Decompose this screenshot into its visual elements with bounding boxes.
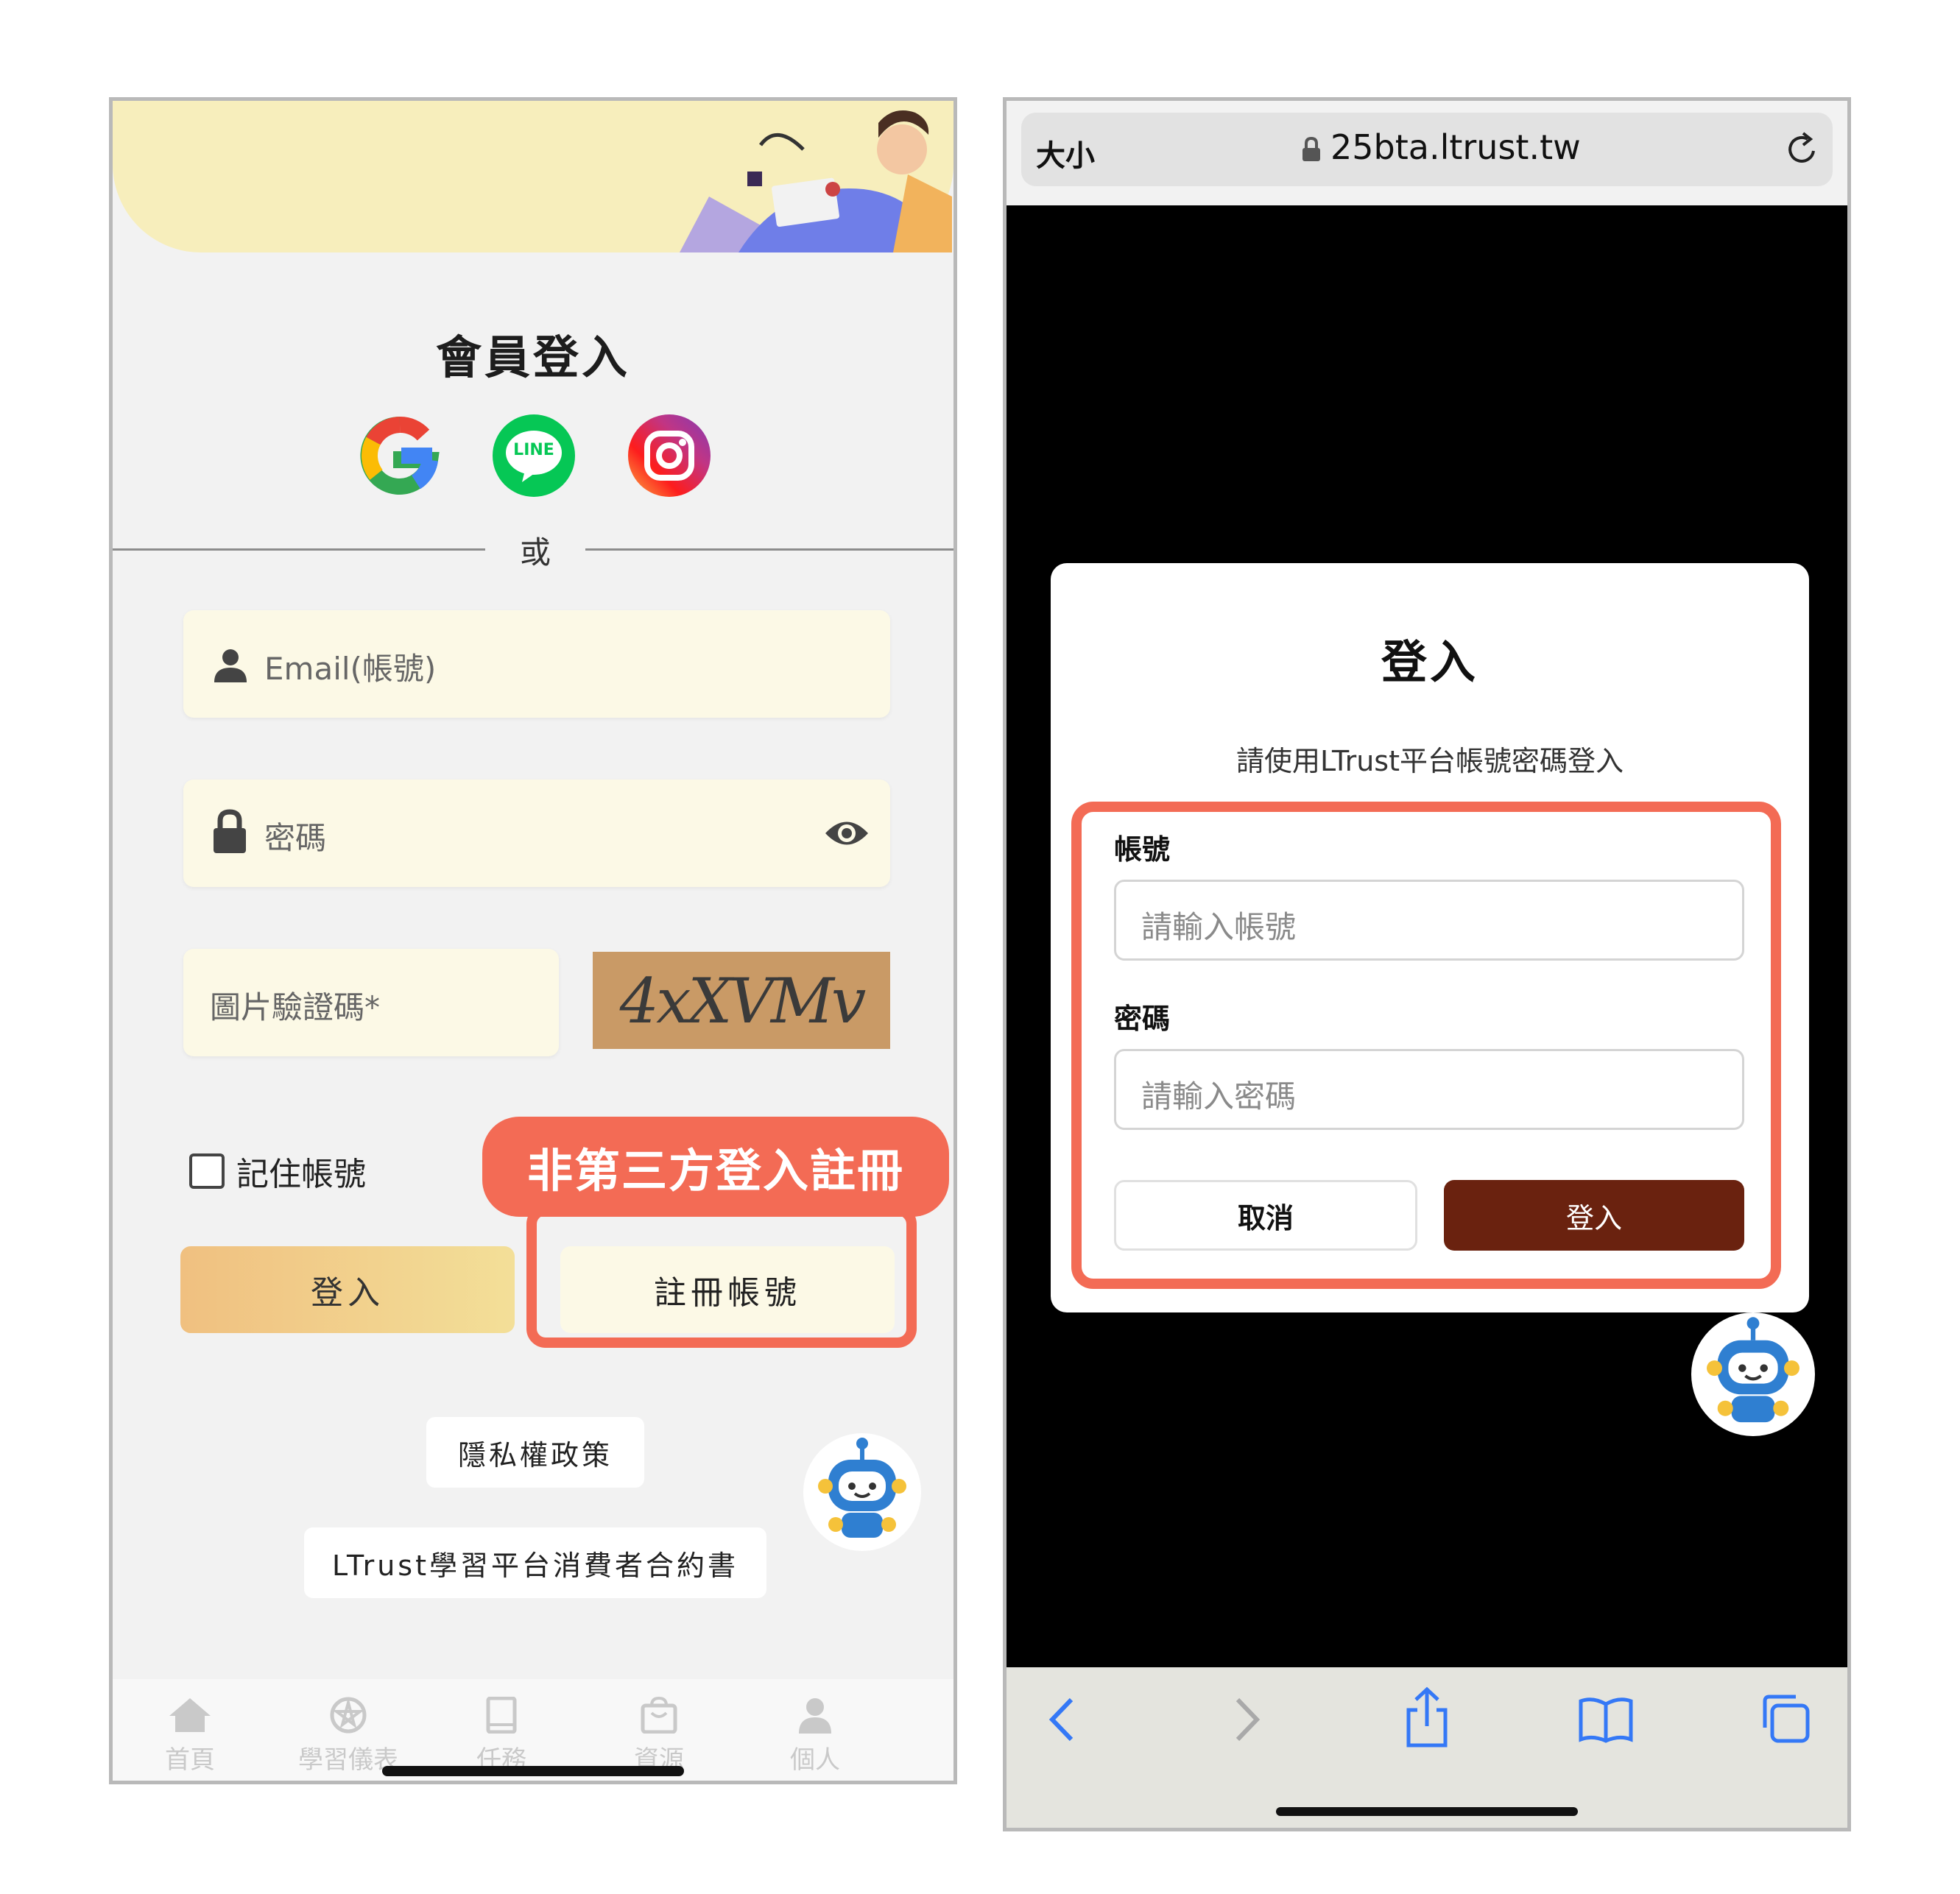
- back-icon[interactable]: [1045, 1694, 1082, 1745]
- bag-icon: [641, 1696, 677, 1734]
- tabs-icon[interactable]: [1759, 1691, 1813, 1745]
- remember-label: 記住帳號: [236, 1156, 366, 1193]
- divider-right: [585, 548, 953, 551]
- email-placeholder: Email(帳號): [264, 651, 437, 687]
- captcha-field[interactable]: 圖片驗證碼*: [183, 949, 559, 1056]
- tab-tasks[interactable]: 任務: [435, 1696, 568, 1775]
- person-icon: [799, 1698, 831, 1734]
- header-illustration: [680, 110, 952, 252]
- captcha-code: 4xXVMv: [619, 965, 867, 1037]
- home-indicator: [1276, 1807, 1578, 1816]
- robot-assistant-button[interactable]: [803, 1433, 921, 1551]
- highlight-frame: [1071, 802, 1781, 1289]
- callout-label: 非第三方登入註冊: [482, 1117, 949, 1217]
- home-indicator: [382, 1766, 684, 1776]
- left-phone-screen: 會員登入 LINE 或 Email(帳號) 密碼 圖片驗證碼* 4xXVMv 記…: [109, 97, 957, 1784]
- remember-checkbox[interactable]: [189, 1153, 225, 1189]
- tab-resources[interactable]: 資源: [593, 1696, 725, 1775]
- eye-icon[interactable]: [824, 816, 870, 850]
- divider-left: [113, 548, 485, 551]
- tab-home[interactable]: 首頁: [124, 1697, 256, 1775]
- instagram-login-button[interactable]: [628, 414, 711, 497]
- login-button[interactable]: 登入: [180, 1246, 515, 1333]
- home-icon: [169, 1698, 211, 1732]
- robot-assistant-button[interactable]: [1691, 1312, 1815, 1436]
- google-icon: [360, 416, 440, 495]
- tab-profile-label: 個人: [790, 1745, 840, 1775]
- email-field[interactable]: Email(帳號): [183, 610, 890, 718]
- password-placeholder: 密碼: [264, 820, 327, 856]
- book-icon: [486, 1696, 517, 1734]
- bookmarks-icon[interactable]: [1576, 1694, 1635, 1745]
- privacy-policy-link[interactable]: 隱私權政策: [426, 1417, 644, 1488]
- right-phone-screen: 大小 25bta.ltrust.tw 登入 請使用LTrust平台帳號密碼登入 …: [1003, 97, 1851, 1831]
- consumer-agreement-link[interactable]: LTrust學習平台消費者合約書: [304, 1527, 766, 1598]
- robot-icon: [818, 1438, 906, 1538]
- captcha-image[interactable]: 4xXVMv: [593, 952, 890, 1049]
- divider-or-text: 或: [519, 534, 551, 570]
- address-bar[interactable]: 大小 25bta.ltrust.tw: [1021, 113, 1833, 186]
- header-banner: [113, 101, 953, 252]
- reload-icon[interactable]: [1783, 129, 1822, 169]
- lock-icon: [214, 809, 246, 853]
- url-text: 25bta.ltrust.tw: [1330, 127, 1581, 167]
- page-title: 會員登入: [435, 331, 630, 384]
- dialog-subtitle: 請使用LTrust平台帳號密碼登入: [1236, 745, 1624, 777]
- tab-home-label: 首頁: [165, 1745, 215, 1775]
- google-login-button[interactable]: [359, 414, 441, 497]
- tab-profile[interactable]: 個人: [749, 1697, 881, 1775]
- robot-icon: [1707, 1317, 1799, 1423]
- instagram-icon: [644, 431, 694, 481]
- forward-icon[interactable]: [1227, 1694, 1264, 1745]
- lock-icon: [1302, 136, 1320, 161]
- tab-dashboard[interactable]: 學習儀表: [282, 1697, 415, 1775]
- password-field[interactable]: 密碼: [183, 780, 890, 887]
- text-size-button[interactable]: 大小: [1036, 132, 1095, 174]
- highlight-frame: [526, 1205, 917, 1348]
- share-icon[interactable]: [1401, 1686, 1453, 1750]
- line-login-button[interactable]: LINE: [493, 414, 575, 497]
- dialog-title: 登入: [1381, 635, 1478, 689]
- user-icon: [214, 649, 247, 682]
- captcha-placeholder: 圖片驗證碼*: [210, 989, 381, 1025]
- line-logo-text: LINE: [513, 441, 554, 459]
- browser-address-area: 大小 25bta.ltrust.tw: [1007, 101, 1847, 205]
- dashboard-icon: [330, 1697, 367, 1734]
